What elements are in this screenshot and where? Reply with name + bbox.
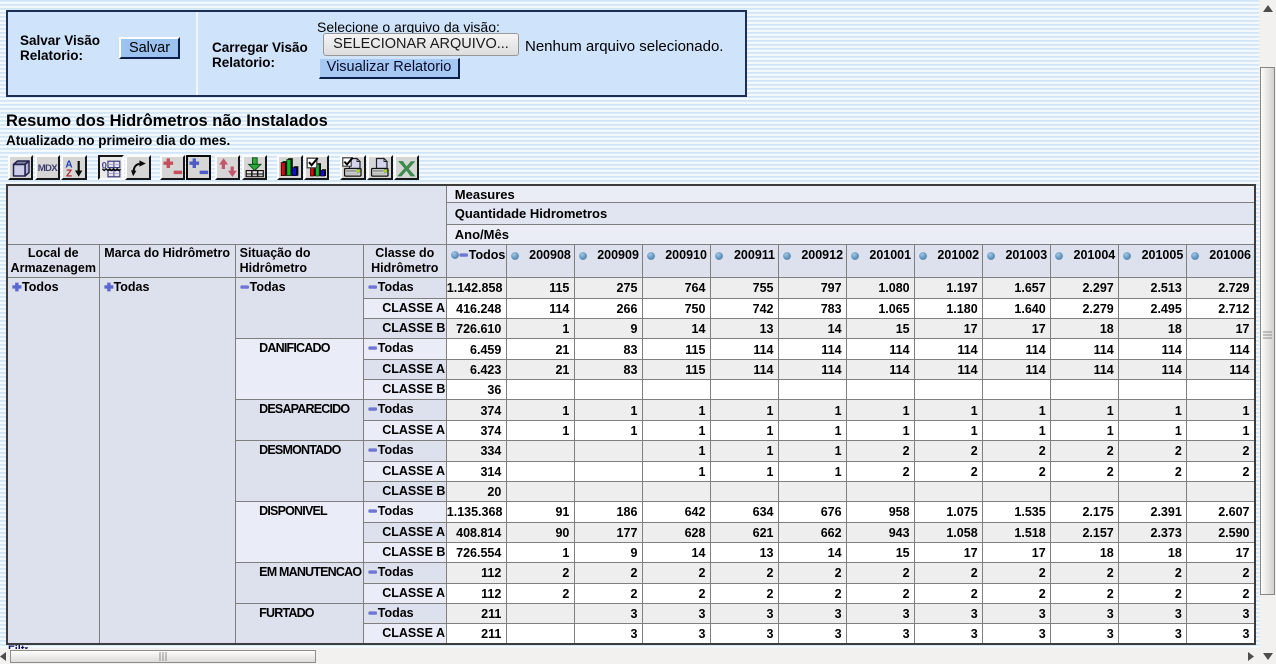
svg-text:MDX: MDX xyxy=(37,163,58,174)
svg-text:Z: Z xyxy=(66,168,72,178)
